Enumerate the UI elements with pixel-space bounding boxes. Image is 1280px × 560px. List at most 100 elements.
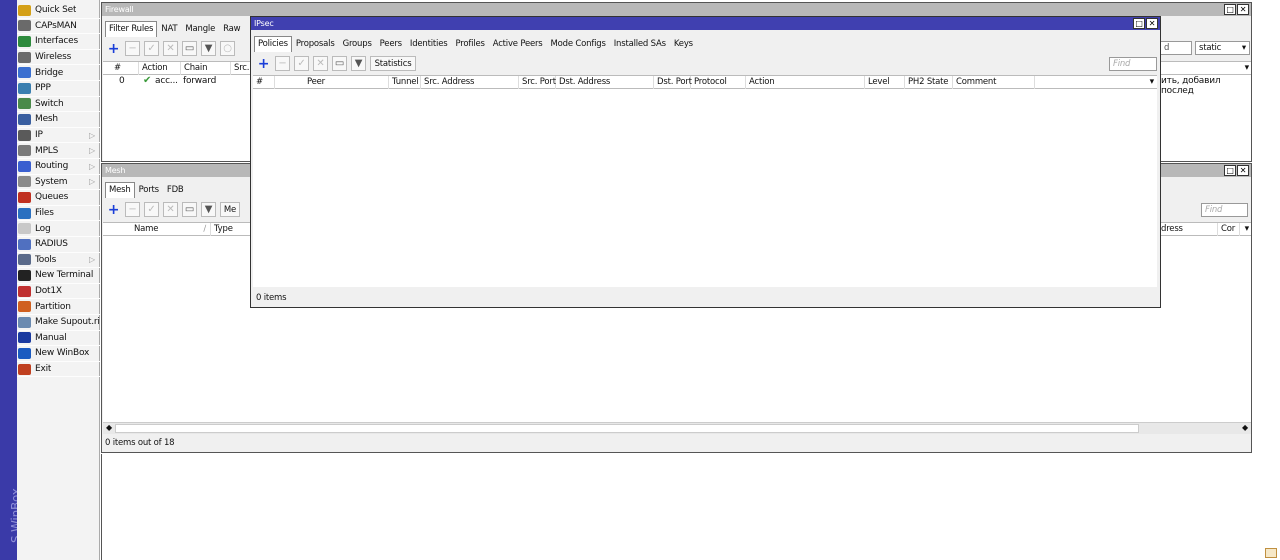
reset-counters-button[interactable]: ○ [220,41,235,56]
tab-keys[interactable]: Keys [670,36,697,52]
tab-raw[interactable]: Raw [219,21,244,37]
col-dst-address[interactable]: Dst. Address [556,76,654,89]
menu-item-manual[interactable]: Manual [17,331,100,347]
maximize-button[interactable]: □ [1224,4,1236,15]
statistics-button[interactable]: Statistics [370,56,416,71]
horizontal-scrollbar[interactable]: ◆ ◆ [103,422,1251,434]
col-src-port[interactable]: Src. Port [519,76,556,89]
tab-mesh[interactable]: Mesh [105,182,135,198]
menu-item-make-supout-rif[interactable]: Make Supout.rif [17,315,100,331]
tab-nat[interactable]: NAT [157,21,181,37]
tab-ports[interactable]: Ports [135,182,163,198]
col-ph2-state[interactable]: PH2 State [905,76,953,89]
comment-button[interactable]: ▭ [182,202,197,217]
remove-button[interactable]: − [275,56,290,71]
menu-item-partition[interactable]: Partition [17,299,100,315]
chevron-down-icon[interactable]: ▾ [1245,224,1250,234]
menu-item-interfaces[interactable]: Interfaces [17,34,100,50]
menu-item-new-winbox[interactable]: New WinBox [17,346,100,362]
maximize-button[interactable]: □ [1224,165,1236,176]
ipsec-title-bar[interactable]: IPsec [251,17,1160,30]
menu-item-queues[interactable]: Queues [17,190,100,206]
scroll-left-icon[interactable]: ◆ [106,423,112,432]
add-button[interactable]: + [256,56,271,72]
chevron-down-icon[interactable]: ▾ [1150,77,1155,87]
menu-item-system[interactable]: System ▷ [17,175,100,191]
tab-active-peers[interactable]: Active Peers [489,36,547,52]
menu-item-files[interactable]: Files [17,206,100,222]
close-button[interactable]: ✕ [1146,18,1158,29]
menu-item-radius[interactable]: RADIUS [17,237,100,253]
mesh-extra-button[interactable]: Me [220,202,240,217]
filter-button[interactable]: ▼ [351,56,366,71]
tab-mangle[interactable]: Mangle [181,21,219,37]
menu-item-mpls[interactable]: MPLS ▷ [17,143,100,159]
ipsec-find-input[interactable]: Find [1109,57,1157,71]
comment-button[interactable]: ▭ [182,41,197,56]
col-address[interactable]: dress [1158,223,1218,236]
tab-proposals[interactable]: Proposals [292,36,339,52]
menu-item-mesh[interactable]: Mesh [17,112,100,128]
tab-peers[interactable]: Peers [376,36,406,52]
menu-item-tools[interactable]: Tools ▷ [17,253,100,269]
enable-button[interactable]: ✓ [144,202,159,217]
filter-button[interactable]: ▼ [201,41,216,56]
menu-item-exit[interactable]: Exit [17,362,100,378]
tab-installed-sas[interactable]: Installed SAs [610,36,670,52]
comment-button[interactable]: ▭ [332,56,347,71]
remove-button[interactable]: − [125,202,140,217]
menu-item-ip[interactable]: IP ▷ [17,128,100,144]
col-comment[interactable]: Comment [953,76,1035,89]
tab-identities[interactable]: Identities [406,36,452,52]
close-button[interactable]: ✕ [1237,4,1249,15]
col-peer[interactable]: Peer [275,76,389,89]
add-button[interactable]: + [106,202,121,218]
scrollbar-thumb[interactable] [115,424,1139,433]
tab-groups[interactable]: Groups [339,36,376,52]
clipboard-icon[interactable] [1265,548,1277,558]
menu-item-ppp[interactable]: PPP [17,81,100,97]
menu-item-wireless[interactable]: Wireless [17,50,100,66]
menu-item-routing[interactable]: Routing ▷ [17,159,100,175]
col-protocol[interactable]: Protocol [691,76,746,89]
close-button[interactable]: ✕ [1237,165,1249,176]
col-comment[interactable]: Cor [1218,223,1240,236]
tab-policies[interactable]: Policies [254,36,292,52]
tab-mode-configs[interactable]: Mode Configs [547,36,610,52]
enable-button[interactable]: ✓ [144,41,159,56]
chevron-down-icon[interactable]: ▾ [1245,63,1250,73]
firewall-right-field[interactable]: d [1160,41,1192,55]
col-action[interactable]: Action [139,62,181,75]
disable-button[interactable]: ✕ [163,202,178,217]
col-dst-port[interactable]: Dst. Port [654,76,692,89]
maximize-button[interactable]: □ [1133,18,1145,29]
mesh-find-input[interactable]: Find [1201,203,1248,217]
menu-item-quick-set[interactable]: Quick Set [17,3,100,19]
scroll-right-icon[interactable]: ◆ [1242,423,1248,432]
menu-item-bridge[interactable]: Bridge [17,65,100,81]
col-number[interactable]: # [253,76,275,89]
enable-button[interactable]: ✓ [294,56,309,71]
menu-item-new-terminal[interactable]: New Terminal [17,268,100,284]
menu-item-log[interactable]: Log [17,221,100,237]
col-number[interactable]: # [111,62,139,75]
add-button[interactable]: + [106,41,121,57]
tab-profiles[interactable]: Profiles [451,36,488,52]
remove-button[interactable]: − [125,41,140,56]
firewall-title-bar[interactable]: Firewall [102,3,1251,16]
col-level[interactable]: Level [865,76,905,89]
menu-item-dot1x[interactable]: Dot1X [17,284,100,300]
disable-button[interactable]: ✕ [313,56,328,71]
col-action[interactable]: Action [746,76,865,89]
filter-button[interactable]: ▼ [201,202,216,217]
col-tunnel[interactable]: Tunnel [389,76,421,89]
col-chain[interactable]: Chain [181,62,231,75]
col-name[interactable]: Name ∕ [131,223,211,236]
tab-filter-rules[interactable]: Filter Rules [105,21,158,37]
menu-item-capsman[interactable]: CAPsMAN [17,19,100,35]
firewall-static-select[interactable]: static ▾ [1195,41,1250,55]
menu-item-switch[interactable]: Switch [17,97,100,113]
tab-fdb[interactable]: FDB [163,182,188,198]
disable-button[interactable]: ✕ [163,41,178,56]
col-src-address[interactable]: Src. Address [421,76,519,89]
